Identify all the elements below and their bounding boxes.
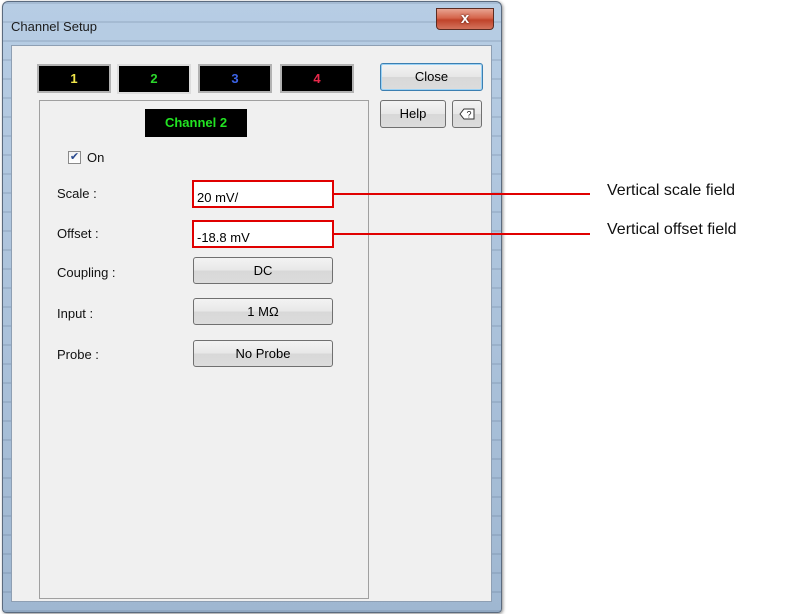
context-help-icon: ? [459, 107, 475, 121]
offset-label: Offset : [57, 226, 99, 241]
window-title: Channel Setup [11, 19, 98, 34]
help-button[interactable]: Help [380, 100, 446, 128]
scale-input[interactable]: 20 mV/ [192, 180, 334, 208]
tab-channel-4-label: 4 [313, 71, 321, 86]
scale-label: Scale : [57, 186, 97, 201]
scale-callout-line [334, 193, 590, 195]
svg-text:?: ? [466, 110, 471, 120]
window-close-button[interactable]: x [436, 8, 494, 30]
tab-channel-3-label: 3 [231, 71, 239, 86]
probe-button[interactable]: No Probe [193, 340, 333, 367]
scale-callout-text: Vertical scale field [607, 182, 736, 199]
coupling-button[interactable]: DC [193, 257, 333, 284]
close-button[interactable]: Close [380, 63, 483, 91]
offset-callout-text: Vertical offset field [607, 221, 737, 238]
tab-channel-1[interactable]: 1 [37, 64, 111, 93]
channel-heading: Channel 2 [145, 109, 247, 137]
context-help-button[interactable]: ? [452, 100, 482, 128]
coupling-label: Coupling : [57, 265, 116, 280]
tab-channel-3[interactable]: 3 [198, 64, 272, 93]
offset-callout-line [334, 233, 590, 235]
tab-channel-2-label: 2 [150, 71, 158, 86]
probe-label: Probe : [57, 347, 99, 362]
input-impedance-button[interactable]: 1 MΩ [193, 298, 333, 325]
channel-on-label: On [87, 150, 105, 165]
tab-channel-1-label: 1 [70, 71, 78, 86]
channel-on-checkbox[interactable]: ✔ [68, 151, 81, 164]
tab-channel-4[interactable]: 4 [280, 64, 354, 93]
input-label: Input : [57, 306, 94, 321]
offset-input[interactable]: -18.8 mV [192, 220, 334, 248]
tab-channel-2[interactable]: 2 [117, 64, 191, 94]
